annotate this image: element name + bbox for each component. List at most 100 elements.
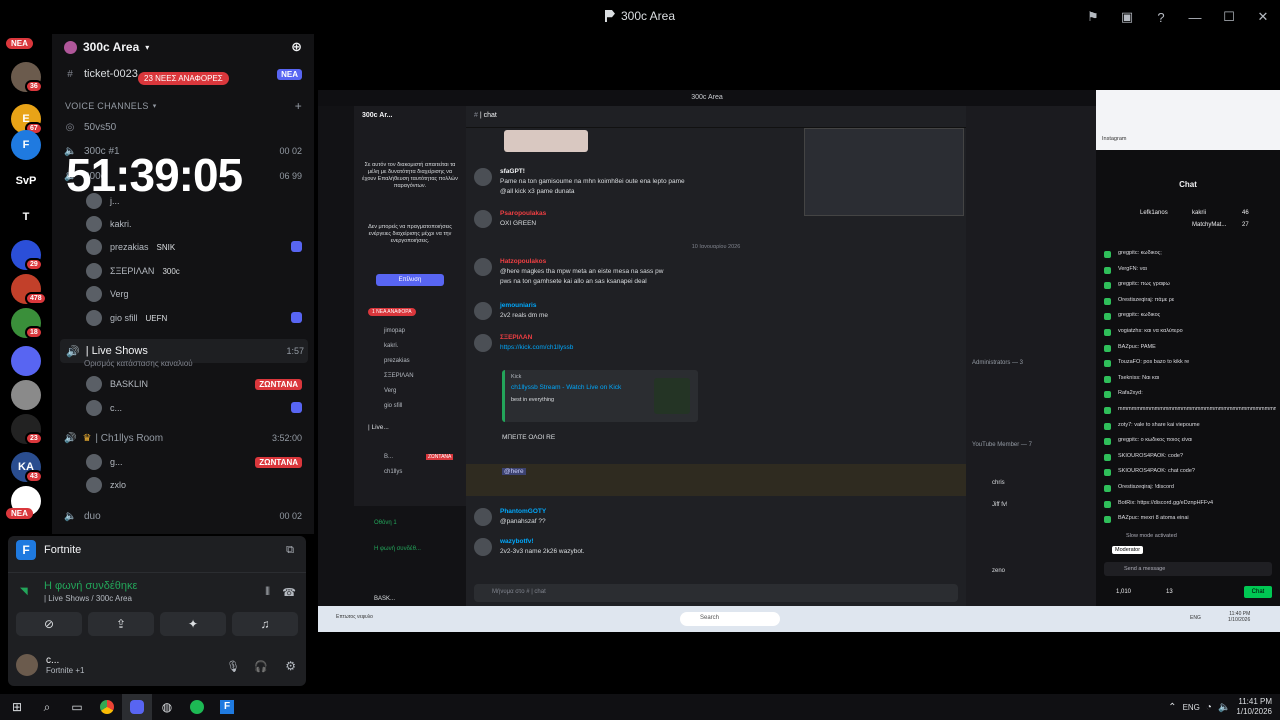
server-icon-4[interactable]: T	[11, 202, 41, 232]
server-icon-2[interactable]: F	[11, 130, 41, 160]
camera-off-button[interactable]: ⊘	[16, 612, 82, 636]
voice-user[interactable]: Verg	[86, 286, 129, 302]
stream-message-input[interactable]: Μήνυμα στο # | chat	[474, 584, 958, 602]
chevron-icon: ▾	[152, 103, 157, 110]
twitch-send-input[interactable]: Send a message	[1104, 562, 1272, 576]
screen-share-icon[interactable]: ▣	[1110, 6, 1144, 28]
chrome-icon[interactable]	[92, 694, 122, 720]
live-badge[interactable]: ΖΩΝΤΑΝΑ	[255, 457, 302, 468]
server-header[interactable]: 300c Area ▾ ⊕	[52, 34, 314, 60]
close-button[interactable]: ✕	[1246, 6, 1280, 28]
task-view-icon[interactable]: ▭	[62, 694, 92, 720]
message-author[interactable]: Psaropoulakas	[500, 210, 546, 217]
new-pill-top[interactable]: NEA	[6, 38, 33, 49]
voice-channels-header[interactable]: VOICE CHANNELS ▾ +	[52, 99, 314, 113]
taskbar-clock[interactable]: 11:41 PM 1/10/2026	[1236, 697, 1272, 717]
microphone-icon[interactable]: 🎙	[226, 660, 240, 673]
live-badge[interactable]: ΖΩΝΤΑΝΑ	[255, 379, 302, 390]
add-member-icon[interactable]: ⊕	[291, 39, 302, 55]
channel-50vs50[interactable]: ◎ 50vs50	[52, 120, 314, 134]
twitch-chat-title: Chat	[1179, 180, 1197, 189]
speaker-icon: 🔈	[64, 510, 77, 522]
message-text: https://kick.com/ch1llyssb	[500, 344, 574, 351]
account-row[interactable]: c... Fortnite +1	[16, 654, 84, 676]
voice-user[interactable]: ΣΞΕΡΙΛΑΝ 300c	[86, 263, 180, 279]
taskbar-lang[interactable]: ENG	[1183, 703, 1200, 712]
discord-icon[interactable]	[122, 694, 152, 720]
chat-badge-icon	[1104, 344, 1111, 352]
help-icon[interactable]: ?	[1144, 6, 1178, 28]
activity-row[interactable]: F Fortnite	[16, 540, 81, 560]
bookmark-instagram[interactable]: Instagram	[1102, 136, 1126, 142]
message-author[interactable]: ΣΞΕΡΙΛΑΝ	[500, 334, 573, 341]
voice-user[interactable]: g...	[86, 454, 123, 470]
inbox-flag-icon[interactable]: ⚑	[1076, 6, 1110, 28]
chat-message[interactable]: PhantomGOTY @panahszaf ??	[474, 508, 546, 526]
voice-connected-label[interactable]: Η φωνή συνδέθηκε	[44, 580, 137, 592]
add-channel-icon[interactable]: +	[295, 99, 302, 113]
server-icon-8[interactable]	[11, 346, 41, 376]
chat-message[interactable]: sfaGPT! Pame na ton gamisoume na mhn koim…	[474, 168, 685, 195]
voice-user-name: gio sfill	[110, 313, 138, 323]
gear-icon[interactable]: ⚙	[285, 659, 296, 673]
server-icon-9[interactable]	[11, 380, 41, 410]
message-author[interactable]: sfaGPT!	[500, 168, 685, 175]
chat-message[interactable]: Hatzopoulakos @here magkes tha mpw meta a…	[474, 258, 663, 285]
chat-message[interactable]: jemouniaris 2v2 reals dm me	[474, 302, 548, 320]
voice-user[interactable]: prezakias SNIK	[86, 239, 175, 255]
voice-user[interactable]: c...	[86, 400, 122, 416]
message-author[interactable]: Hatzopoulakos	[500, 258, 663, 265]
windows-start-icon[interactable]: ⊞	[2, 694, 32, 720]
channel-status[interactable]: Ορισμός κατάστασης καναλιού	[84, 359, 193, 368]
voice-user[interactable]: zxlo	[86, 477, 126, 493]
avatar	[86, 310, 102, 326]
soundboard-button[interactable]: ♫	[232, 612, 298, 636]
window-title-text: 300c Area	[620, 9, 676, 23]
chat-message[interactable]: Psaropoulakas OXI GREEN	[474, 210, 546, 228]
fortnite-taskbar-icon[interactable]: F	[212, 694, 242, 720]
headphones-icon[interactable]: 🎧	[254, 660, 268, 673]
avatar	[474, 210, 492, 228]
ticket-channel-name: ticket-0023	[84, 68, 138, 80]
noise-suppression-icon[interactable]: ⦀	[265, 586, 270, 599]
maximize-button[interactable]: ☐	[1212, 6, 1246, 28]
message-author[interactable]: jemouniaris	[500, 302, 548, 309]
stream-new-mentions[interactable]: 1 ΝΕΑ ΑΝΑΦΟΡΑ	[368, 308, 416, 316]
server-icon-3[interactable]: SvP	[11, 166, 41, 196]
chevron-up-icon[interactable]: ⌃	[1168, 702, 1176, 713]
search-icon[interactable]: ⌕	[32, 694, 62, 720]
mentions-pill[interactable]: 23 ΝΕΕΣ ΑΝΑΦΟΡΕΣ	[138, 72, 229, 85]
obs-icon[interactable]: ◍	[152, 694, 182, 720]
twitch-chat-button[interactable]: Chat	[1244, 586, 1272, 598]
chat-message[interactable]: ΣΞΕΡΙΛΑΝ https://kick.com/ch1llyssb	[474, 334, 573, 352]
message-author[interactable]: wazybotfv!	[500, 538, 585, 545]
inner-search[interactable]: Search	[680, 612, 780, 626]
voice-user[interactable]: kakri.	[86, 216, 132, 232]
share-screen-button[interactable]: ⇪	[88, 612, 154, 636]
minimize-button[interactable]: —	[1178, 6, 1212, 28]
voice-location[interactable]: | Live Shows / 300c Area	[44, 594, 132, 603]
new-pill-bottom[interactable]: NEA	[6, 508, 33, 519]
activities-button[interactable]: ✦	[160, 612, 226, 636]
channel-duo[interactable]: 🔈 duo 00 02	[52, 509, 314, 523]
stream-title-bar: 300c Area	[318, 90, 1096, 106]
chat-message[interactable]: wazybotfv! 2v2-3v3 name 2k26 wazybot.	[474, 538, 585, 556]
stream-verify-button[interactable]: Επίλυση	[376, 274, 444, 286]
channel-chillys-room[interactable]: 🔊 ♛ | Ch1llys Room 3:52:00	[52, 431, 314, 445]
voice-user[interactable]: gio sfill UEFN	[86, 310, 167, 326]
member-chris: chris	[992, 480, 1005, 486]
chat-badge-icon	[1104, 438, 1111, 446]
twitch-chat-line: gregpitc: κωδικος;	[1118, 250, 1162, 256]
voice-user[interactable]: BASKLIN	[86, 376, 148, 392]
wifi-icon[interactable]: ◔	[1206, 702, 1212, 713]
duo-name: duo	[84, 510, 101, 522]
kick-embed[interactable]: Kick ch1llyssb Stream - Watch Live on Ki…	[502, 370, 698, 422]
spotify-icon[interactable]	[182, 694, 212, 720]
top-user-3: MatchyMat...	[1192, 222, 1227, 228]
chillys-room-name: | Ch1llys Room	[95, 432, 164, 444]
disconnect-icon[interactable]: ☎	[282, 586, 296, 599]
message-author[interactable]: PhantomGOTY	[500, 508, 546, 515]
volume-icon[interactable]: 🔈	[1218, 702, 1230, 713]
screen-icon[interactable]: ⧉	[286, 544, 294, 557]
hash-icon: #	[67, 68, 73, 80]
